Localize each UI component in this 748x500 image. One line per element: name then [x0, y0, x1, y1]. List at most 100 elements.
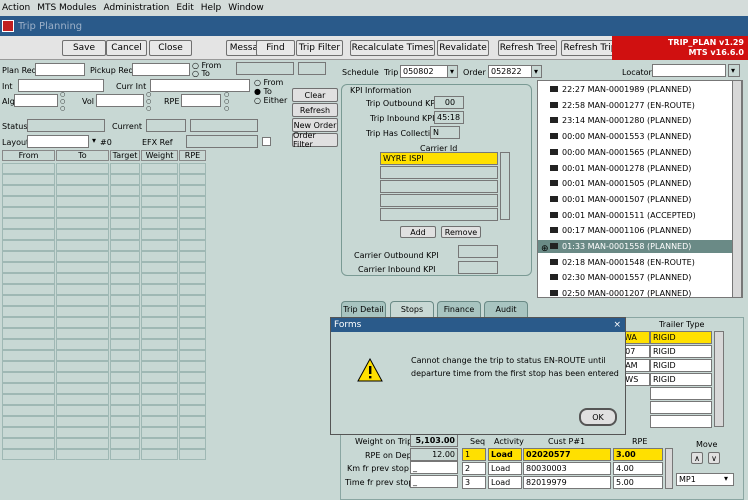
grid-cell[interactable] — [179, 207, 206, 218]
carrier-id-row[interactable] — [380, 180, 498, 193]
grid-cell[interactable] — [141, 174, 178, 185]
tree-node-trip[interactable]: 22:58 MAN-0001277 (EN-ROUTE) — [538, 99, 732, 112]
trailer-row-type[interactable]: RIGID — [650, 359, 712, 372]
grid-cell[interactable] — [141, 339, 178, 350]
tab-trip-detail[interactable]: Trip Detail — [341, 301, 386, 317]
grid-row[interactable] — [2, 284, 208, 295]
trip-filter-button[interactable]: Trip Filter — [296, 40, 343, 56]
move-dropdown-icon[interactable]: ▾ — [724, 474, 728, 483]
tab-stops[interactable]: Stops — [390, 301, 434, 317]
move-down-button[interactable]: ∨ — [708, 452, 720, 464]
grid-row[interactable] — [2, 427, 208, 438]
grid-cell[interactable] — [56, 416, 109, 427]
grid-cell[interactable] — [56, 394, 109, 405]
grid-cell[interactable] — [56, 273, 109, 284]
grid-cell[interactable] — [2, 229, 55, 240]
grid-cell[interactable] — [56, 339, 109, 350]
revalidate-button[interactable]: Revalidate — [437, 40, 489, 56]
grid-cell[interactable] — [141, 251, 178, 262]
pickup-req-field[interactable] — [132, 63, 190, 76]
stop-rpe[interactable]: 5.00 — [613, 476, 663, 489]
grid-row[interactable] — [2, 383, 208, 394]
stop-seq[interactable]: 1 — [462, 448, 486, 461]
grid-cell[interactable] — [110, 218, 140, 229]
recalculate-times-button[interactable]: Recalculate Times — [350, 40, 435, 56]
tree-node-trip[interactable]: 22:27 MAN-0001989 (PLANNED) — [538, 83, 732, 96]
grid-row[interactable] — [2, 405, 208, 416]
grid-cell[interactable] — [179, 339, 206, 350]
grid-cell[interactable] — [141, 394, 178, 405]
grid-cell[interactable] — [110, 251, 140, 262]
grid-cell[interactable] — [2, 262, 55, 273]
from-date-field[interactable] — [236, 62, 294, 75]
from-radio-2[interactable]: ○ From — [254, 78, 283, 87]
grid-cell[interactable] — [179, 218, 206, 229]
grid-cell[interactable] — [2, 306, 55, 317]
grid-cell[interactable] — [2, 361, 55, 372]
grid-cell[interactable] — [110, 306, 140, 317]
tree-node-trip[interactable]: 00:17 MAN-0001106 (PLANNED) — [538, 224, 732, 237]
trip-field[interactable]: 050802 — [400, 65, 448, 78]
grid-cell[interactable] — [110, 317, 140, 328]
grid-cell[interactable] — [141, 405, 178, 416]
order-filter-button[interactable]: Order Filter — [292, 131, 338, 149]
grid-cell[interactable] — [56, 306, 109, 317]
grid-cell[interactable] — [141, 306, 178, 317]
efx-ref-checkbox[interactable] — [262, 137, 271, 146]
grid-cell[interactable] — [56, 251, 109, 262]
stop-rpe[interactable]: 4.00 — [613, 462, 663, 475]
grid-cell[interactable] — [2, 196, 55, 207]
grid-cell[interactable] — [179, 196, 206, 207]
tree-node-trip[interactable]: 00:01 MAN-0001511 (ACCEPTED) — [538, 209, 732, 222]
grid-cell[interactable] — [179, 174, 206, 185]
grid-cell[interactable] — [110, 438, 140, 449]
stop-cust[interactable]: 82019979 — [523, 476, 611, 489]
grid-cell[interactable] — [56, 284, 109, 295]
order-field[interactable]: 052822 — [488, 65, 532, 78]
grid-cell[interactable] — [56, 449, 109, 460]
grid-cell[interactable] — [2, 284, 55, 295]
grid-row[interactable] — [2, 273, 208, 284]
grid-cell[interactable] — [2, 394, 55, 405]
grid-cell[interactable] — [179, 229, 206, 240]
grid-cell[interactable] — [141, 284, 178, 295]
stop-cust[interactable]: 02020577 — [523, 448, 611, 461]
refresh-tree-button[interactable]: Refresh Tree — [498, 40, 557, 56]
alg-field[interactable] — [14, 94, 58, 107]
rpe-field[interactable] — [181, 94, 221, 107]
grid-row[interactable] — [2, 306, 208, 317]
grid-cell[interactable] — [110, 207, 140, 218]
grid-row[interactable] — [2, 262, 208, 273]
grid-cell[interactable] — [56, 350, 109, 361]
grid-cell[interactable] — [179, 449, 206, 460]
new-order-button[interactable]: New Order — [292, 118, 338, 132]
grid-cell[interactable] — [56, 328, 109, 339]
grid-cell[interactable] — [2, 328, 55, 339]
grid-cell[interactable] — [141, 295, 178, 306]
grid-cell[interactable] — [2, 273, 55, 284]
grid-cell[interactable] — [141, 185, 178, 196]
menu-help[interactable]: Help — [201, 3, 222, 13]
refresh-trip-button[interactable]: Refresh Trip — [561, 40, 619, 56]
grid-cell[interactable] — [141, 328, 178, 339]
grid-row[interactable] — [2, 339, 208, 350]
km-from-prev-stop-field[interactable]: _ — [410, 461, 458, 474]
current-field-2[interactable] — [190, 119, 258, 132]
to-date-field[interactable] — [298, 62, 326, 75]
menu-window[interactable]: Window — [228, 3, 264, 13]
remove-carrier-button[interactable]: Remove — [441, 226, 481, 238]
grid-cell[interactable] — [110, 394, 140, 405]
expand-node-icon[interactable]: ⊕ — [541, 244, 549, 254]
grid-cell[interactable] — [110, 339, 140, 350]
grid-cell[interactable] — [110, 372, 140, 383]
carrier-id-selected[interactable]: WYRE ISPI — [380, 152, 498, 165]
grid-cell[interactable] — [141, 196, 178, 207]
tree-node-trip[interactable]: 23:14 MAN-0001280 (PLANNED) — [538, 114, 732, 127]
grid-cell[interactable] — [110, 427, 140, 438]
grid-row[interactable] — [2, 229, 208, 240]
grid-cell[interactable] — [56, 218, 109, 229]
grid-cell[interactable] — [110, 350, 140, 361]
stop-seq[interactable]: 2 — [462, 462, 486, 475]
carrier-id-row[interactable] — [380, 194, 498, 207]
grid-cell[interactable] — [2, 240, 55, 251]
